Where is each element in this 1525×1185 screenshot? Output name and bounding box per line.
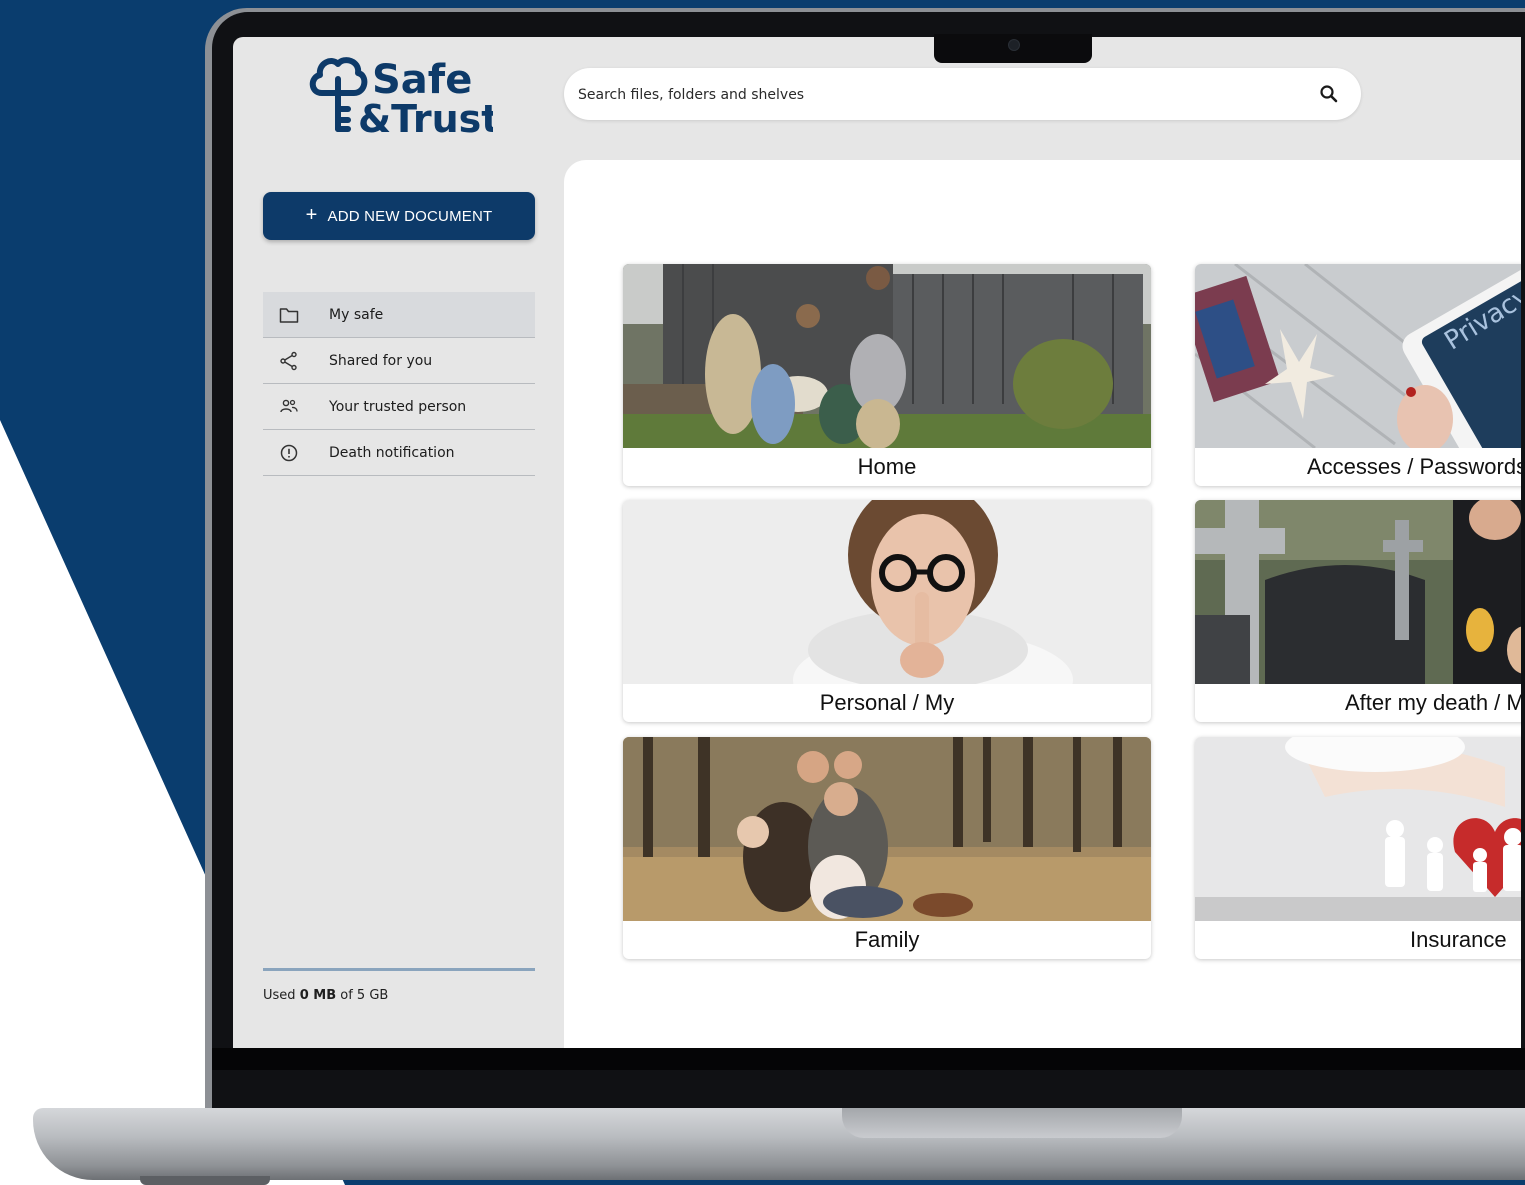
laptop-base	[33, 1108, 1525, 1180]
sidebar-item-your-trusted-person[interactable]: Your trusted person	[263, 384, 535, 430]
category-label: Personal / My	[819, 690, 955, 715]
camera-icon	[1008, 39, 1020, 51]
storage-suffix: of 5 GB	[340, 988, 389, 1003]
laptop-opening-lip	[842, 1108, 1182, 1138]
storage-prefix: Used	[263, 988, 296, 1003]
storage-usage-text: Used 0 MB of 5 GB	[263, 988, 388, 1003]
sidebar-item-shared-for-you[interactable]: Shared for you	[263, 338, 535, 384]
category-label: Accesses / Passwords	[1307, 454, 1521, 479]
storage-used-value: 0 MB	[299, 988, 337, 1003]
share-icon	[280, 351, 297, 371]
laptop-foot	[140, 1176, 270, 1185]
accesses-passwords-photo: Privacy	[1195, 264, 1521, 448]
add-new-document-button[interactable]: + ADD NEW DOCUMENT	[263, 192, 535, 240]
sidebar-nav: My safe Shared for you Your trusted pers…	[263, 292, 535, 476]
sidebar-item-label: Shared for you	[329, 352, 433, 369]
category-label: Home	[857, 454, 917, 479]
folder-icon	[279, 308, 299, 323]
main-content: Home Privacy Accesses / Passwords Person…	[564, 160, 1521, 1048]
sidebar-item-label: Your trusted person	[329, 398, 467, 415]
insurance-photo	[1195, 737, 1521, 921]
add-button-label: ADD NEW DOCUMENT	[327, 207, 493, 225]
category-label: Family	[854, 927, 920, 952]
sidebar-item-my-safe[interactable]: My safe	[263, 292, 535, 338]
after-my-death-photo	[1195, 500, 1521, 684]
laptop-chin	[212, 1048, 1525, 1070]
brand-logo[interactable]: Safe &Trust	[308, 49, 499, 141]
category-card-home[interactable]: Home	[623, 264, 1151, 486]
category-card-insurance[interactable]: Insurance	[1195, 737, 1521, 959]
storage-progress-bar	[263, 968, 535, 971]
plus-icon: +	[305, 204, 318, 226]
home-photo	[623, 264, 1151, 448]
search-bar[interactable]	[564, 68, 1361, 120]
personal-photo	[623, 500, 1151, 684]
tree-key-logo-icon: Safe &Trust	[309, 57, 499, 141]
people-icon	[280, 399, 298, 413]
search-input[interactable]	[576, 82, 1300, 108]
camera-notch	[934, 34, 1092, 63]
family-photo	[623, 737, 1151, 921]
category-label: Insurance	[1410, 927, 1507, 952]
category-card-after-my-death[interactable]: After my death / M	[1195, 500, 1521, 722]
alert-circle-icon	[280, 444, 298, 462]
svg-text:&Trust: &Trust	[358, 97, 493, 135]
category-card-accesses-passwords[interactable]: Privacy Accesses / Passwords	[1195, 264, 1521, 486]
category-card-personal-my[interactable]: Personal / My	[623, 500, 1151, 722]
search-icon[interactable]	[1319, 84, 1339, 104]
category-card-family[interactable]: Family	[623, 737, 1151, 959]
sidebar-item-label: My safe	[329, 306, 384, 323]
sidebar-item-death-notification[interactable]: Death notification	[263, 430, 535, 476]
category-label: After my death / M	[1345, 690, 1521, 715]
sidebar-item-label: Death notification	[329, 444, 455, 461]
app-screen: Safe &Trust + ADD NEW DOCUMENT My safe	[233, 37, 1521, 1048]
